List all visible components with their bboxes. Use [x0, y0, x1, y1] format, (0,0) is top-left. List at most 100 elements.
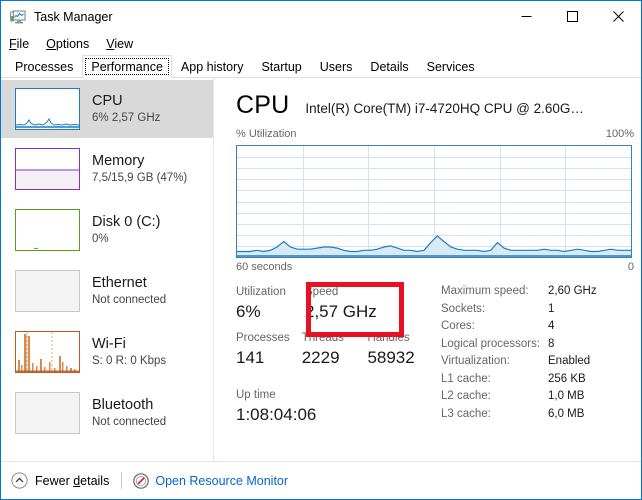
spec-value: 1: [548, 302, 555, 315]
tab-label: Performance: [91, 60, 163, 74]
utilization-value: 6%: [236, 302, 261, 321]
tab-label: Services: [426, 60, 475, 74]
spec-key: Cores:: [441, 320, 475, 332]
graph-x-zero: 0: [627, 261, 634, 273]
fewer-details-button[interactable]: Fewer details: [11, 472, 109, 489]
sidebar-item-disk[interactable]: Disk 0 (C:) 0%: [1, 201, 213, 259]
bluetooth-thumbnail-graph: [15, 392, 80, 434]
tab-users[interactable]: Users: [311, 55, 362, 77]
cpu-specs: Maximum speed: 2,60 GHz Sockets: 1 Cores…: [441, 285, 639, 425]
speed-label: Speed: [305, 286, 339, 298]
sidebar-labels: CPU 6% 2,57 GHz: [92, 93, 160, 126]
tab-services[interactable]: Services: [418, 55, 484, 77]
sidebar-labels: Bluetooth Not connected: [92, 397, 166, 430]
spec-key: Logical processors:: [441, 337, 541, 350]
spec-value: 1,0 MB: [548, 390, 585, 402]
window-title: Task Manager: [34, 10, 113, 24]
tab-label: App history: [180, 60, 244, 74]
menu-view[interactable]: View: [106, 36, 133, 52]
spec-row: Maximum speed: 2,60 GHz: [441, 285, 639, 303]
sidebar-item-title: Ethernet: [92, 274, 147, 291]
sidebar-item-bluetooth[interactable]: Bluetooth Not connected: [1, 384, 213, 442]
menu-file[interactable]: File: [9, 36, 29, 52]
spec-row: Cores: 4: [441, 320, 639, 338]
sidebar-item-subtitle: 6% 2,57 GHz: [92, 111, 161, 124]
spec-value: 6,0 MB: [548, 407, 585, 420]
resource-monitor-icon: [133, 472, 150, 489]
spec-value: 8: [548, 337, 555, 350]
processes-value: 141: [236, 348, 265, 367]
sidebar-item-title: CPU: [92, 92, 123, 109]
ethernet-thumbnail-graph: [15, 270, 80, 312]
handles-label: Handles: [367, 332, 410, 344]
sidebar-item-title: Disk 0 (C:): [92, 213, 161, 230]
maximize-button[interactable]: [549, 1, 595, 32]
graph-axis-top: % Utilization 100%: [236, 128, 634, 140]
spec-value: 2,60 GHz: [548, 285, 597, 297]
uptime-stat: Up time 1:08:04:06: [236, 388, 436, 427]
status-divider: [121, 472, 123, 489]
stats-row-2: Processes 141 Threads 2229 Handles 58932: [236, 331, 436, 370]
processes-stat: Processes 141: [236, 331, 302, 370]
sidebar-item-title: Memory: [92, 152, 145, 169]
sidebar-item-subtitle: 0%: [92, 232, 109, 245]
tab-label: Details: [370, 60, 409, 74]
graph-y-label: % Utilization: [236, 128, 297, 140]
sidebar-item-subtitle: S: 0 R: 0 Kbps: [92, 354, 167, 367]
menu-bar: File Options View: [1, 33, 641, 55]
disk-thumbnail-graph: [15, 209, 80, 251]
cpu-utilization-graph: [236, 145, 632, 258]
spec-key: L1 cache:: [441, 372, 491, 385]
status-bar: Fewer details Open Resource Monitor: [1, 461, 641, 499]
sidebar-item-ethernet[interactable]: Ethernet Not connected: [1, 262, 213, 320]
spec-key: Maximum speed:: [441, 285, 529, 297]
title-bar: Task Manager: [1, 1, 641, 33]
graph-x-label: 60 seconds: [236, 261, 293, 273]
fewer-details-label: Fewer details: [35, 473, 110, 488]
close-button[interactable]: [595, 1, 641, 32]
cpu-stats: Utilization 6% Speed 2,57 GHz Processes …: [236, 285, 436, 427]
content-area: CPU 6% 2,57 GHz Memory 7,5/15,9 GB (47%): [1, 78, 641, 461]
sidebar-item-cpu[interactable]: CPU 6% 2,57 GHz: [1, 80, 213, 138]
processes-label: Processes: [236, 332, 290, 344]
speed-value: 2,57 GHz: [305, 302, 377, 321]
handles-value: 58932: [367, 348, 415, 367]
tab-performance[interactable]: Performance: [82, 55, 172, 78]
detail-pane: CPU Intel(R) Core(TM) i7-4720HQ CPU @ 2.…: [215, 78, 641, 461]
spec-row: Sockets: 1: [441, 303, 639, 321]
utilization-label: Utilization: [236, 286, 286, 298]
sidebar-item-subtitle: 7,5/15,9 GB (47%): [92, 171, 188, 184]
open-resource-monitor-link[interactable]: Open Resource Monitor: [133, 472, 288, 489]
spec-key: L3 cache:: [441, 407, 491, 420]
menu-options[interactable]: Options: [46, 36, 89, 52]
spec-row: Virtualization: Enabled: [441, 355, 639, 373]
cpu-model-name: Intel(R) Core(TM) i7-4720HQ CPU @ 2.60G…: [305, 101, 584, 116]
stats-spacer: [236, 324, 436, 331]
tab-details[interactable]: Details: [361, 55, 417, 77]
detail-header: CPU Intel(R) Core(TM) i7-4720HQ CPU @ 2.…: [236, 90, 633, 124]
sidebar-labels: Memory 7,5/15,9 GB (47%): [92, 153, 187, 186]
cpu-thumbnail-graph: [15, 88, 80, 130]
spec-key: Sockets:: [441, 302, 486, 315]
tab-processes[interactable]: Processes: [6, 55, 82, 77]
memory-thumbnail-graph: [15, 148, 80, 190]
sidebar-item-wifi[interactable]: Wi-Fi S: 0 R: 0 Kbps: [1, 323, 213, 381]
spec-value: Enabled: [548, 355, 591, 367]
handles-stat: Handles 58932: [367, 331, 436, 370]
tab-startup[interactable]: Startup: [252, 55, 310, 77]
sidebar-labels: Disk 0 (C:) 0%: [92, 214, 160, 247]
resource-list: CPU 6% 2,57 GHz Memory 7,5/15,9 GB (47%): [1, 78, 214, 461]
threads-stat: Threads 2229: [302, 331, 368, 370]
spec-key: L2 cache:: [441, 390, 491, 402]
tab-app-history[interactable]: App history: [172, 55, 253, 77]
chevron-up-icon: [11, 472, 28, 489]
utilization-stat: Utilization 6%: [236, 285, 305, 324]
sidebar-item-title: Wi-Fi: [92, 335, 126, 352]
minimize-button[interactable]: [503, 1, 549, 32]
speed-stat: Speed 2,57 GHz: [305, 285, 377, 324]
spec-value: 256 KB: [548, 372, 586, 385]
sidebar-item-memory[interactable]: Memory 7,5/15,9 GB (47%): [1, 140, 213, 198]
spec-row: Logical processors: 8: [441, 338, 639, 356]
window-controls: [503, 1, 641, 32]
tab-label: Startup: [261, 60, 302, 74]
